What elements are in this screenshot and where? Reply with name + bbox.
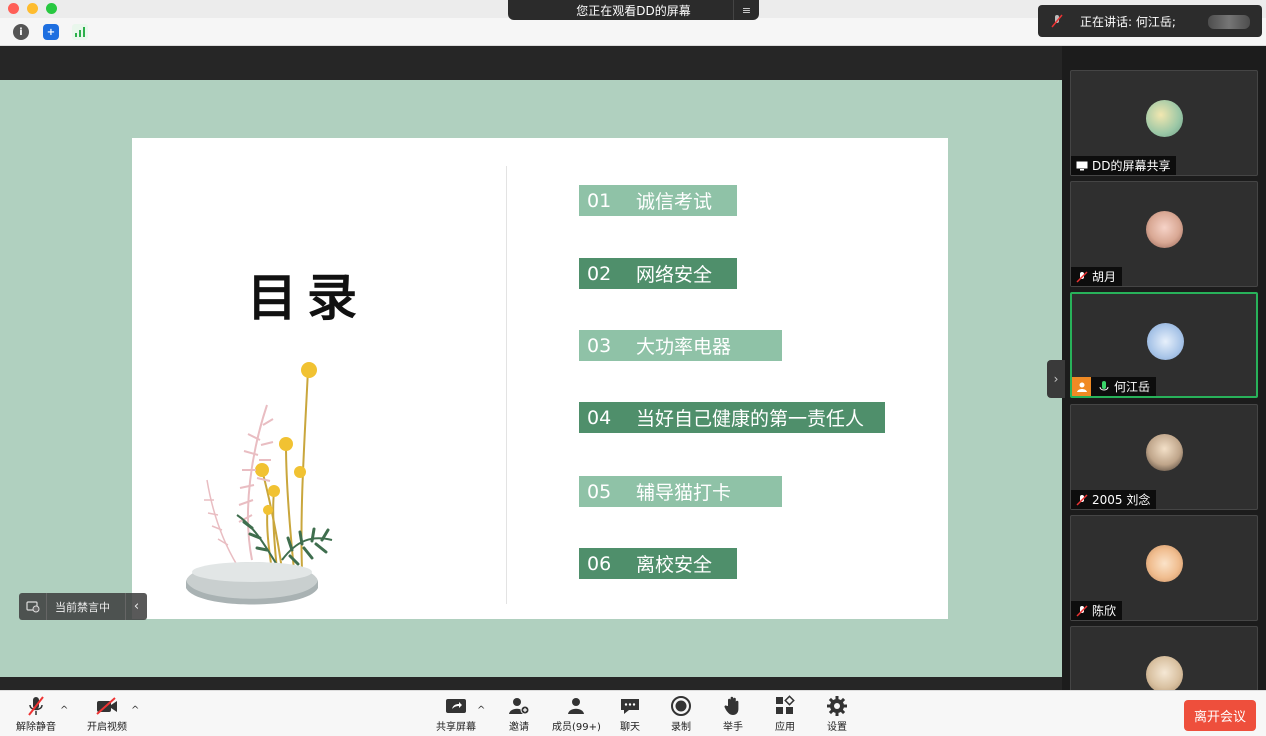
active-speaker-indicator: 正在讲话: 何江岳; [1038, 5, 1262, 37]
screen-share-icon [1075, 159, 1089, 173]
avatar [1146, 656, 1183, 693]
chat-button[interactable]: 聊天 [619, 694, 641, 733]
members-button[interactable]: 成员(99+) [552, 694, 601, 733]
avatar [1146, 545, 1183, 582]
close-window-button[interactable] [8, 3, 19, 14]
mic-active-icon [1097, 380, 1111, 394]
chevron-up-icon[interactable]: ^ [477, 705, 485, 716]
meeting-window: i + 您正在观看DD的屏幕 ≡ 目录 01 诚信考试 02 网络安全 03 大… [0, 0, 1266, 736]
participant-tile[interactable]: 2005 刘念 [1070, 404, 1258, 510]
security-shield-icon[interactable]: + [43, 24, 59, 40]
apps-button[interactable]: 应用 [774, 694, 796, 733]
participant-label: 胡月 [1071, 267, 1123, 286]
blurred-name [1208, 15, 1250, 29]
apps-grid-icon [774, 694, 796, 718]
plant-illustration [186, 362, 333, 605]
mic-muted-icon [26, 694, 46, 718]
toc-item: 04 当好自己健康的第一责任人 [579, 402, 885, 433]
toc-item: 01 诚信考试 [579, 185, 737, 216]
slide-divider [506, 166, 507, 604]
slide-title: 目录 [247, 269, 367, 327]
invite-button[interactable]: 邀请 [508, 694, 530, 733]
record-icon [670, 694, 692, 718]
mute-lock-icon [19, 593, 47, 620]
muted-status-badge[interactable]: 当前禁言中 ‹ [19, 593, 147, 620]
screen-share-banner[interactable]: 您正在观看DD的屏幕 ≡ [508, 0, 759, 20]
mic-muted-icon [1075, 493, 1089, 507]
add-person-icon [508, 694, 530, 718]
participant-label: 陈欣 [1071, 601, 1123, 620]
host-icon [1072, 377, 1091, 396]
maximize-window-button[interactable] [46, 3, 57, 14]
record-button[interactable]: 录制 [670, 694, 692, 733]
toc-item: 02 网络安全 [579, 258, 737, 289]
share-banner-text: 您正在观看DD的屏幕 [576, 3, 691, 18]
share-screen-button[interactable]: 共享屏幕 [436, 694, 476, 733]
toc-item: 05 辅导猫打卡 [579, 476, 782, 507]
settings-button[interactable]: 设置 [826, 694, 848, 733]
toc-item: 03 大功率电器 [579, 330, 782, 361]
signal-strength-icon[interactable] [72, 24, 88, 40]
gear-icon [826, 694, 848, 718]
chevron-left-icon[interactable]: ‹ [125, 593, 147, 620]
minimize-window-button[interactable] [27, 3, 38, 14]
info-icon[interactable]: i [13, 24, 29, 40]
chevron-up-icon[interactable]: ^ [131, 705, 139, 716]
chat-bubble-icon [619, 694, 641, 718]
participant-tile-active[interactable]: 何江岳 [1070, 292, 1258, 398]
participant-label: 何江岳 [1072, 377, 1157, 396]
avatar [1146, 100, 1183, 137]
avatar [1146, 434, 1183, 471]
share-screen-icon [444, 694, 468, 718]
mic-muted-icon [1050, 14, 1064, 28]
participant-tile[interactable]: 陈欣 [1070, 515, 1258, 621]
avatar [1146, 211, 1183, 248]
share-menu-icon[interactable]: ≡ [733, 0, 759, 20]
participant-tile[interactable]: DD的屏幕共享 [1070, 70, 1258, 176]
toc-item: 06 离校安全 [579, 548, 737, 579]
avatar [1147, 323, 1184, 360]
raise-hand-button[interactable]: 举手 [723, 694, 743, 733]
hand-icon [723, 694, 743, 718]
muted-status-text: 当前禁言中 [55, 600, 110, 614]
start-video-button[interactable]: 开启视频 [87, 694, 127, 733]
people-icon [565, 694, 587, 718]
participant-label: 2005 刘念 [1071, 490, 1157, 509]
collapse-panel-tab[interactable]: › [1047, 360, 1065, 398]
chevron-up-icon[interactable]: ^ [60, 705, 68, 716]
camera-off-icon [95, 694, 119, 718]
leave-meeting-button[interactable]: 离开会议 [1184, 700, 1256, 731]
mic-muted-icon [1075, 270, 1089, 284]
participants-panel: DD的屏幕共享 胡月 何江岳 2005 刘念 陈欣 [1062, 46, 1266, 732]
presentation-slide: 目录 01 诚信考试 02 网络安全 03 大功率电器 04 当好自己健康的第一… [132, 138, 948, 619]
speaker-label: 正在讲话: 何江岳; [1080, 14, 1176, 29]
participant-tile[interactable]: 胡月 [1070, 181, 1258, 287]
participant-label: DD的屏幕共享 [1071, 156, 1177, 175]
mic-muted-icon [1075, 604, 1089, 618]
meeting-controls-bar: 解除静音 ^ 开启视频 ^ 共享屏幕 ^ 邀请 成员(99+) 聊天 录制 举手… [0, 690, 1266, 736]
unmute-button[interactable]: 解除静音 [16, 694, 56, 733]
